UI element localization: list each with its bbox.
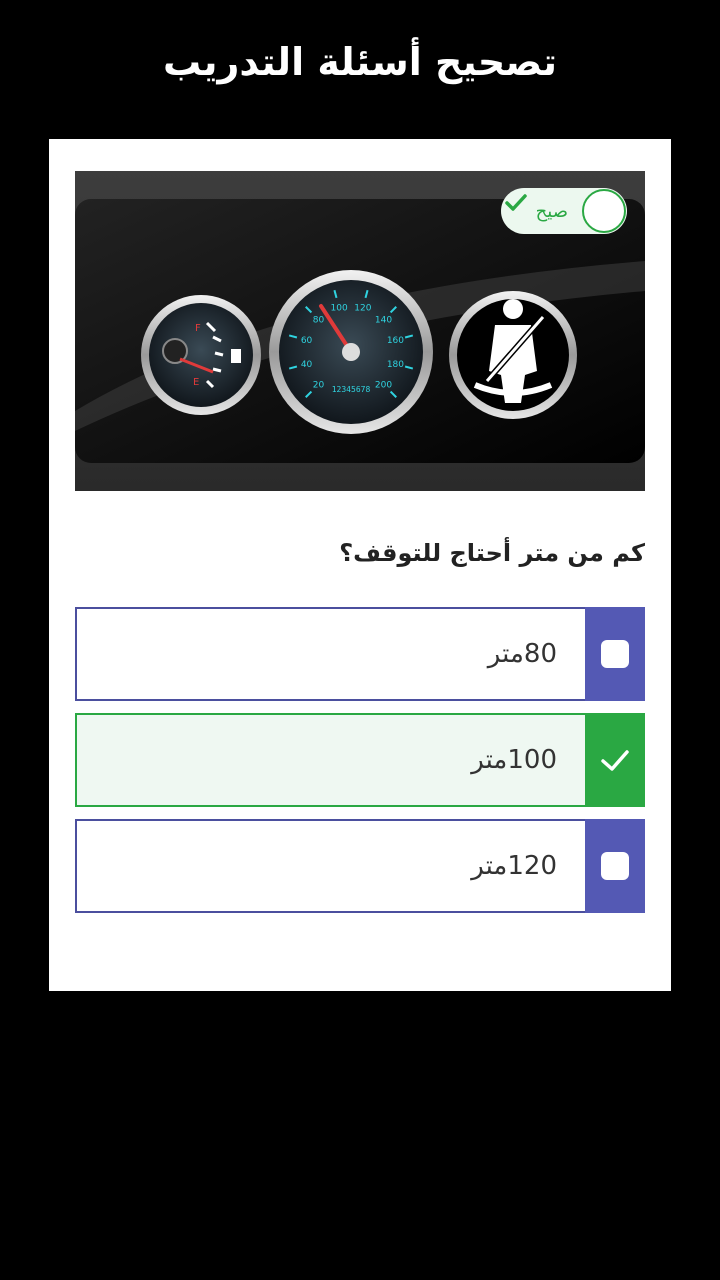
svg-text:12345678: 12345678 <box>332 385 371 394</box>
answer-checkbox[interactable] <box>585 713 645 807</box>
speed-tick-label: 100 <box>331 304 348 314</box>
answer-option-1[interactable]: 80متر <box>75 607 645 701</box>
answer-label: 100متر <box>471 745 557 775</box>
answer-checkbox[interactable] <box>585 607 645 701</box>
seatbelt-warning-gauge <box>449 291 577 419</box>
svg-text:F: F <box>195 323 201 334</box>
speed-tick-label: 80 <box>313 315 325 325</box>
question-text: كم من متر أحتاج للتوقف؟ <box>339 539 645 567</box>
speed-tick-label: 60 <box>301 336 313 346</box>
answer-option-2[interactable]: 100متر <box>75 713 645 807</box>
speed-tick-label: 20 <box>313 381 325 391</box>
answer-checkbox[interactable] <box>585 819 645 913</box>
speed-tick-label: 40 <box>301 360 313 370</box>
answer-label: 120متر <box>471 851 557 881</box>
checkbox-icon <box>601 852 629 880</box>
speedometer-gauge: 20 40 60 80 100 120 140 160 180 200 12345678 <box>269 270 433 434</box>
svg-text:E: E <box>193 377 199 388</box>
correct-badge: صيح <box>501 188 627 234</box>
question-card: F E 20 40 60 80 100 120 140 160 180 200 12345678 <box>49 139 671 991</box>
speed-tick-label: 120 <box>354 304 371 314</box>
checkmark-circle-icon <box>505 189 626 233</box>
speed-tick-label: 160 <box>387 336 404 346</box>
speed-tick-label: 200 <box>375 381 392 391</box>
page-title: تصحيح أسئلة التدريب <box>162 40 558 84</box>
answer-label: 80متر <box>487 639 557 669</box>
result-label: صيح <box>535 200 568 222</box>
fuel-gauge: F E <box>141 295 261 415</box>
checkbox-icon <box>601 640 629 668</box>
checkmark-icon <box>601 750 629 771</box>
speed-tick-label: 140 <box>375 315 392 325</box>
speed-tick-label: 180 <box>387 360 404 370</box>
dashboard-image: F E 20 40 60 80 100 120 140 160 180 200 12345678 <box>75 171 645 491</box>
answer-option-3[interactable]: 120متر <box>75 819 645 913</box>
